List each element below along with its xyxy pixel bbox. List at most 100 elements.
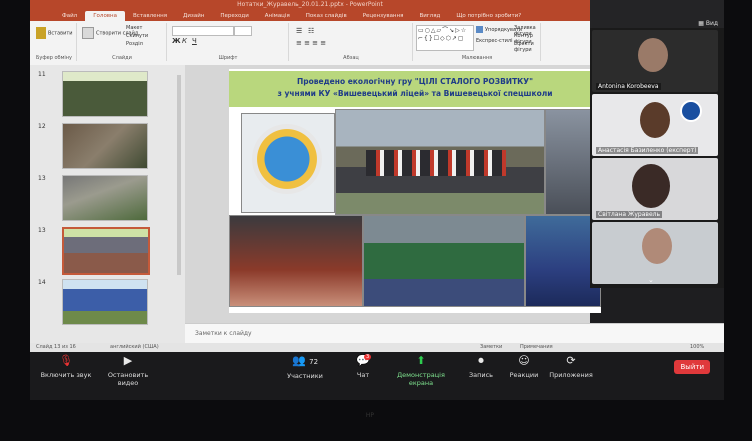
thumbnails-scrollbar[interactable] [177,75,181,275]
participant-tile[interactable]: Світлана Журавель [592,158,718,220]
slide-number: 11 [38,71,46,78]
underline-button[interactable]: Ч [192,37,197,45]
slide-thumbnail-11[interactable]: 11 [38,71,178,117]
tab-transitions[interactable]: Переходи [212,11,256,21]
slide-editor: Проведено екологічну гру "ЦІЛІ СТАЛОГО Р… [185,65,601,323]
ppt-window-title: Нотатки_Журавель_20.01.21.pptx - PowerPo… [30,0,590,9]
numbering-button[interactable]: ☷ [308,27,314,35]
participants-gallery: Antonina Korobeeva Анастасія Базиленко (… [590,28,724,288]
chat-button[interactable]: 3 💬 Чат [346,354,380,379]
record-button[interactable]: ⏺ Запись [464,354,498,379]
font-size-box[interactable] [234,26,252,36]
participant-tile[interactable]: ⌄ [592,222,718,284]
tab-slideshow[interactable]: Показ слайдів [298,11,355,21]
paragraph-group: ☰ ☷ ≡ ≡ ≡ ≡ Абзац [290,23,413,61]
shapes-gallery[interactable]: ▭○△▱⌒↘▷☆ ⌐{}☐◇⬡↗▢ [416,25,474,51]
zoom-toolbar: 🎙 Включить звук ▶ Остановить видео 👥 72 … [30,352,724,400]
tab-file[interactable]: Файл [54,11,85,21]
slide-number: 14 [38,279,46,286]
slide-number: 13 [38,227,46,234]
participant-name: Світлана Журавель [596,211,663,218]
clipboard-group: Вставити Буфер обміну [32,23,77,61]
slide-thumbnail-14[interactable]: 14 [38,279,178,325]
font-group-label: Шрифт [218,55,238,61]
participant-video [638,38,668,72]
leave-button[interactable]: Выйти [674,360,710,374]
paste-icon [36,27,46,39]
slide-preview [62,279,148,325]
chat-icon: 💬 [356,354,370,367]
bold-button[interactable]: Ж [172,37,181,45]
comments-toggle[interactable]: Примечания [520,343,553,352]
slide-title-line1: Проведено екологічну гру "ЦІЛІ СТАЛОГО Р… [296,77,533,86]
emblem-icon [680,100,702,122]
share-screen-button[interactable]: ⬆ Демонстрація екрана [386,354,456,387]
paragraph-group-label: Абзац [343,55,359,61]
slide-number: 12 [38,123,46,130]
monitor-logo: HP [365,412,375,419]
shape-effects-button[interactable]: Ефекти фігури [514,41,540,53]
slide-title-line2: з учнями КУ «Вишевецький ліцей» та Вишев… [277,89,553,98]
reactions-button[interactable]: ☺ Реакции [504,354,544,379]
slide-thumbnail-12b[interactable]: 13 [38,175,178,221]
chat-badge: 3 [364,354,372,360]
stop-video-button[interactable]: ▶ Остановить видео [98,354,158,387]
font-name-box[interactable] [172,26,234,36]
layout-button[interactable]: Макет [126,25,142,31]
apps-icon: ⟳ [566,354,576,367]
slide-thumbnail-12[interactable]: 12 [38,123,178,169]
participant-tile[interactable]: Antonina Korobeeva [592,30,718,92]
tab-review[interactable]: Рецензування [355,11,412,21]
tab-home[interactable]: Головна [85,11,126,21]
chevron-down-icon[interactable]: ⌄ [648,276,654,284]
participant-name: Antonina Korobeeva [596,83,661,90]
grid-icon: ▦ [698,20,706,27]
group-people [366,150,506,176]
current-slide[interactable]: Проведено екологічну гру "ЦІЛІ СТАЛОГО Р… [229,69,601,313]
tab-view[interactable]: Вигляд [411,11,448,21]
participants-icon: 👥 72 [291,354,319,367]
slide-preview [62,175,148,221]
record-icon: ⏺ [478,354,484,367]
new-slide-icon [82,27,94,39]
notes-pane[interactable]: Заметки к слайду [185,323,724,343]
slide-preview [62,123,148,169]
slides-group-label: Слайди [112,55,132,61]
unmute-button[interactable]: 🎙 Включить звук [38,354,94,379]
bullets-button[interactable]: ☰ [296,27,302,35]
zoom-level[interactable]: 100% [690,343,704,352]
paste-button[interactable]: Вставити [36,27,73,39]
drawing-group: ▭○△▱⌒↘▷☆ ⌐{}☐◇⬡↗▢ Упорядкувати Експрес-ст… [414,23,541,61]
ribbon: Вставити Буфер обміну Створити слайд Мак… [30,21,590,66]
align-buttons[interactable]: ≡ ≡ ≡ ≡ [296,39,326,47]
participant-tile[interactable]: Анастасія Базиленко (експерт) [592,94,718,156]
group-photo [335,109,545,215]
slide-thumbnail-13[interactable]: 13 [38,227,178,275]
slide-number: 13 [38,175,46,182]
boys-photo [363,215,525,307]
slides-group: Створити слайд Макет Скинути Розділ Слай… [78,23,167,61]
section-button[interactable]: Розділ [126,41,143,47]
globe-picture [252,124,322,194]
view-button[interactable]: ▦ Вид [698,20,718,27]
notes-toggle[interactable]: Заметки [480,343,502,352]
participants-button[interactable]: 👥 72 Участники [280,354,330,380]
status-bar: Слайд 13 из 16 английский (США) Заметки … [30,343,724,352]
participant-video [632,164,670,208]
reset-button[interactable]: Скинути [126,33,148,39]
language-indicator[interactable]: английский (США) [110,343,159,352]
apps-button[interactable]: ⟳ Приложения [546,354,596,379]
slide-counter: Слайд 13 из 16 [36,344,76,350]
tab-design[interactable]: Дизайн [175,11,212,21]
slide-preview-selected [62,227,150,275]
camera-icon: ▶ [123,354,133,367]
tell-me-box[interactable]: Що потрібно зробити? [448,11,529,21]
ribbon-tabs: Файл Головна Вставлення Дизайн Переходи … [30,9,590,21]
font-group: Ж К Ч Шрифт [168,23,289,61]
game-board-photo [241,113,335,213]
italic-button[interactable]: К [182,37,187,45]
tab-insert[interactable]: Вставлення [125,11,175,21]
quick-styles-button[interactable]: Експрес-стилі [476,38,513,44]
tab-animations[interactable]: Анімація [257,11,298,21]
microphone-muted-icon: 🎙 [59,354,73,367]
